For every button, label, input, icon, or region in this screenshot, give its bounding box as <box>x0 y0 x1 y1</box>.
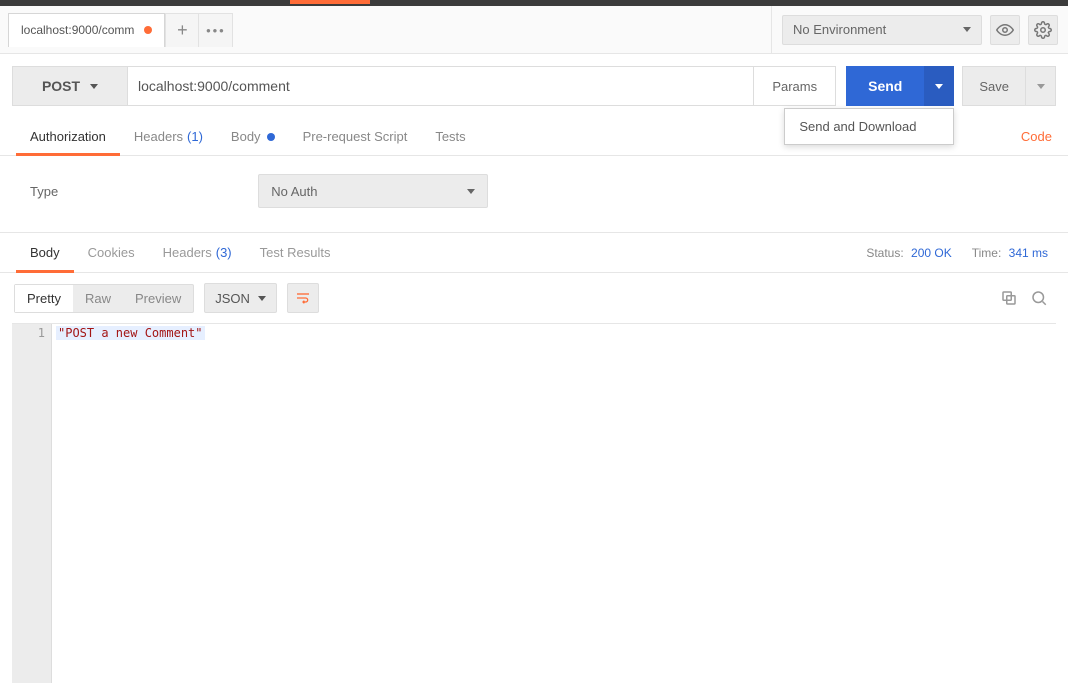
url-input[interactable] <box>128 66 754 106</box>
status-value: 200 OK <box>911 246 952 260</box>
response-editor: 1 "POST a new Comment" <box>12 323 1056 683</box>
response-tabs: Body Cookies Headers (3) Test Results St… <box>0 233 1068 273</box>
tab-tests-label: Tests <box>435 129 465 144</box>
auth-type-select[interactable]: No Auth <box>258 174 488 208</box>
save-options-button[interactable] <box>1026 66 1056 106</box>
view-pretty-label: Pretty <box>27 291 61 306</box>
tab-headers-count: (1) <box>187 129 203 144</box>
status-block: Status: 200 OK <box>866 246 951 260</box>
tabs-area: localhost:9000/comm + ••• <box>0 6 771 53</box>
view-mode-group: Pretty Raw Preview <box>14 284 194 313</box>
copy-button[interactable] <box>1000 289 1018 307</box>
title-bar <box>0 0 1068 6</box>
request-tab-label: localhost:9000/comm <box>21 23 134 37</box>
chevron-down-icon <box>935 84 943 89</box>
view-pretty[interactable]: Pretty <box>15 285 73 312</box>
tab-test-results[interactable]: Test Results <box>246 233 345 272</box>
search-button[interactable] <box>1030 289 1048 307</box>
send-options-button[interactable]: Send and Download <box>924 66 954 106</box>
response-right-icons <box>1000 289 1048 307</box>
auth-type-label: Type <box>30 184 58 199</box>
request-tab[interactable]: localhost:9000/comm <box>8 13 165 47</box>
save-button[interactable]: Save <box>962 66 1026 106</box>
send-button[interactable]: Send <box>846 66 924 106</box>
tab-headers[interactable]: Headers (1) <box>120 118 217 155</box>
wrap-icon <box>295 290 311 306</box>
body-indicator-icon <box>267 133 275 141</box>
environment-selected: No Environment <box>793 22 886 37</box>
copy-icon <box>1000 289 1018 307</box>
tab-response-cookies-label: Cookies <box>88 245 135 260</box>
gear-icon <box>1034 21 1052 39</box>
params-label: Params <box>772 79 817 94</box>
format-label: JSON <box>215 291 250 306</box>
method-label: POST <box>42 78 80 94</box>
time-label: Time: <box>972 246 1002 260</box>
chevron-down-icon <box>258 296 266 301</box>
status-area: Status: 200 OK Time: 341 ms <box>866 246 1048 260</box>
environment-select[interactable]: No Environment <box>782 15 982 45</box>
tab-authorization[interactable]: Authorization <box>16 118 120 155</box>
tab-body[interactable]: Body <box>217 118 289 155</box>
params-button[interactable]: Params <box>754 66 836 106</box>
top-row: localhost:9000/comm + ••• No Environment <box>0 6 1068 54</box>
tab-prerequest-label: Pre-request Script <box>303 129 408 144</box>
status-label: Status: <box>866 246 903 260</box>
tab-test-results-label: Test Results <box>260 245 331 260</box>
time-value: 341 ms <box>1009 246 1048 260</box>
send-label: Send <box>868 78 902 94</box>
code-line: "POST a new Comment" <box>56 326 205 340</box>
view-raw[interactable]: Raw <box>73 285 123 312</box>
save-label: Save <box>979 79 1009 94</box>
tab-response-headers-label: Headers <box>163 245 212 260</box>
send-and-download-item[interactable]: Send and Download <box>785 109 953 144</box>
eye-icon <box>996 21 1014 39</box>
chevron-down-icon <box>90 84 98 89</box>
chevron-down-icon <box>1037 84 1045 89</box>
unsaved-indicator-icon <box>144 26 152 34</box>
send-dropdown: Send and Download <box>784 108 954 145</box>
tab-headers-label: Headers <box>134 129 183 144</box>
tab-response-cookies[interactable]: Cookies <box>74 233 149 272</box>
tab-body-label: Body <box>231 129 261 144</box>
wrap-button[interactable] <box>287 283 319 313</box>
view-preview[interactable]: Preview <box>123 285 193 312</box>
send-and-download-label: Send and Download <box>799 119 916 134</box>
tab-response-headers[interactable]: Headers (3) <box>149 233 246 272</box>
tab-prerequest[interactable]: Pre-request Script <box>289 118 422 155</box>
editor-gutter: 1 <box>12 324 52 683</box>
plus-icon: + <box>177 21 188 39</box>
response-toolbar: Pretty Raw Preview JSON <box>0 273 1068 323</box>
chevron-down-icon <box>963 27 971 32</box>
tab-authorization-label: Authorization <box>30 129 106 144</box>
format-select[interactable]: JSON <box>204 283 277 313</box>
new-tab-button[interactable]: + <box>165 13 199 47</box>
method-select[interactable]: POST <box>12 66 128 106</box>
line-number: 1 <box>12 326 45 340</box>
quick-look-button[interactable] <box>990 15 1020 45</box>
time-block: Time: 341 ms <box>972 246 1048 260</box>
tab-response-headers-count: (3) <box>216 245 232 260</box>
code-link[interactable]: Code <box>1021 129 1052 144</box>
authorization-panel: Type No Auth <box>0 156 1068 233</box>
tab-tests[interactable]: Tests <box>421 118 479 155</box>
settings-button[interactable] <box>1028 15 1058 45</box>
environment-area: No Environment <box>771 6 1068 53</box>
auth-type-selected: No Auth <box>271 184 317 199</box>
view-preview-label: Preview <box>135 291 181 306</box>
search-icon <box>1030 289 1048 307</box>
chevron-down-icon <box>467 189 475 194</box>
accent-bar <box>290 0 370 4</box>
editor-code-area[interactable]: "POST a new Comment" <box>52 324 1056 683</box>
tab-response-body-label: Body <box>30 245 60 260</box>
more-icon: ••• <box>206 23 226 38</box>
tab-options-button[interactable]: ••• <box>199 13 233 47</box>
request-builder: POST Params Send Send and Download Save <box>0 54 1068 118</box>
view-raw-label: Raw <box>85 291 111 306</box>
tab-response-body[interactable]: Body <box>16 233 74 272</box>
